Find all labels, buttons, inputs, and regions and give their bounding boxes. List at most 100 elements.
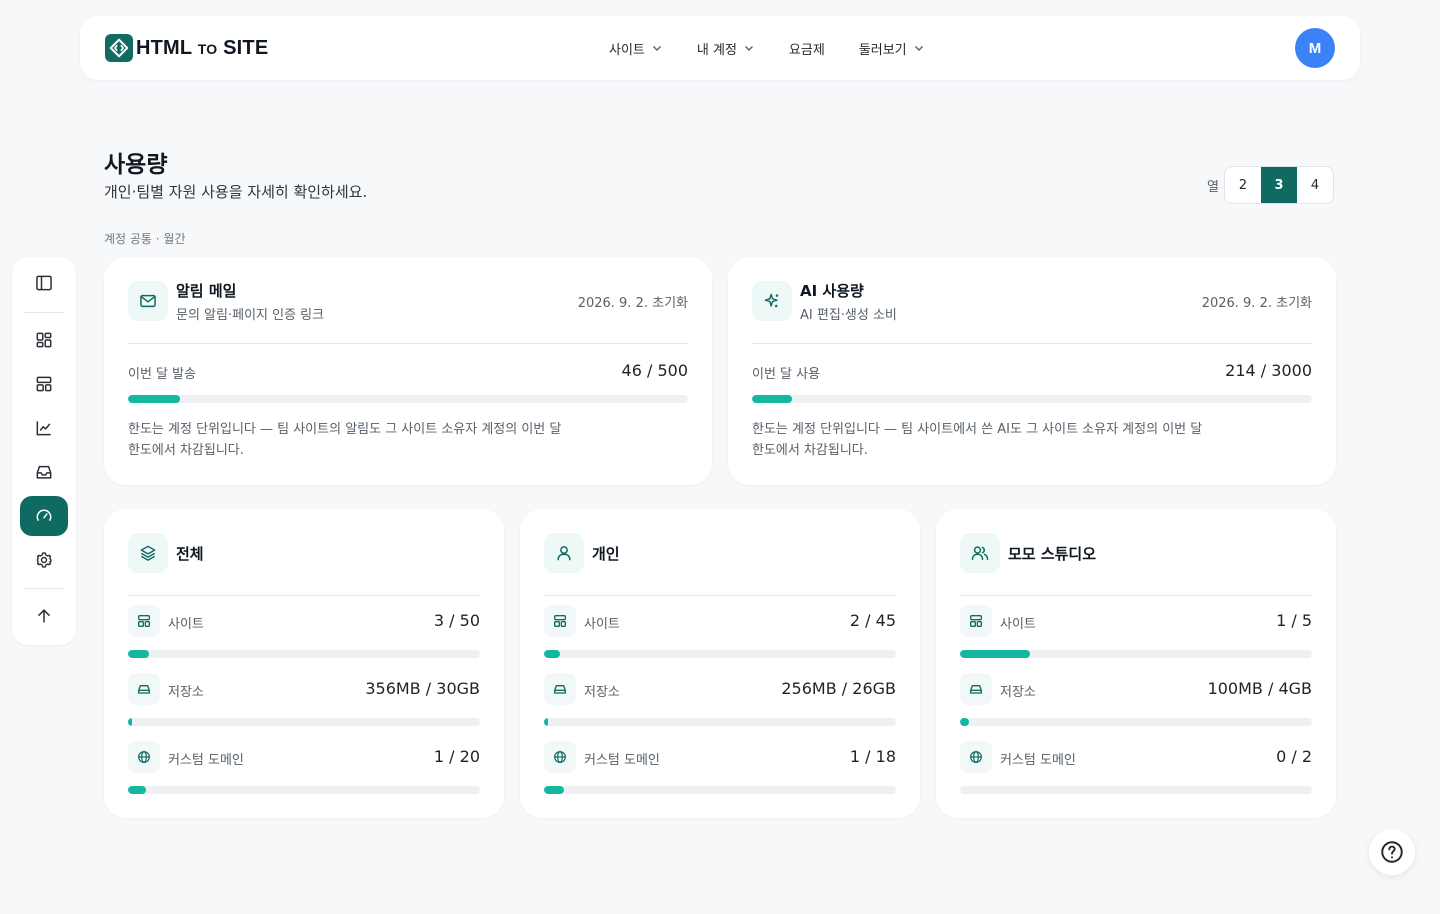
chevron-down-icon [744,46,753,51]
sidebar-item-analytics[interactable] [20,408,68,448]
metric-label: 이번 달 사용 [752,367,821,382]
usage-bar [960,786,1312,794]
help-button[interactable] [1369,829,1415,875]
divider [752,343,1312,344]
column-option-4[interactable]: 4 [1297,167,1333,203]
row-icon-box [544,605,576,637]
row-icon-box [960,741,992,773]
card-title: 전체 [176,544,204,563]
usage-bar [960,718,1312,726]
sidebar-item-usage[interactable] [20,496,68,536]
sidebar-item-dashboard[interactable] [20,320,68,360]
reset-date: 2026. 9. 2. 초기화 [577,295,688,311]
site-icon [554,615,566,627]
column-switcher: 열 2 3 4 [1207,166,1334,204]
usage-bar-fill [128,395,180,403]
card-title: AI 사용량 [800,281,864,300]
column-options: 2 3 4 [1223,166,1334,204]
row-label: 저장소 [584,685,620,700]
chevron-down-icon [652,46,661,51]
inbox-icon [36,465,52,479]
row-value: 1 / 20 [433,747,480,766]
usage-bar-fill [544,650,560,658]
nav-my-account[interactable]: 내 계정 [697,39,755,58]
nav-my-account-label: 내 계정 [696,42,737,58]
icon-box [960,533,1000,573]
row-icon-box [544,673,576,705]
usage-bar-fill [752,395,792,403]
arrow-up-icon [38,609,50,623]
logo-icon [105,34,133,62]
card-header: AI 사용량 AI 편집·생성 소비 2026. 9. 2. 초기화 [752,281,1312,323]
row-value: 256MB / 26GB [781,679,896,698]
gear-icon [36,552,52,568]
avatar[interactable]: M [1295,28,1335,68]
usage-bar [960,650,1312,658]
metric-value: 46 / 500 [621,361,688,380]
nav-explore[interactable]: 둘러보기 [859,39,925,58]
sidebar-divider [24,312,64,313]
sidebar-item-sites[interactable] [20,364,68,404]
icon-box [752,281,792,321]
usage-bar [544,650,896,658]
chevron-down-icon [914,46,923,51]
sidebar-item-inbox[interactable] [20,452,68,492]
usage-bar-fill [544,718,548,726]
usage-bar [128,786,480,794]
nav-explore-label: 둘러보기 [858,42,907,58]
card-header: 전체 [128,533,480,573]
analytics-icon [36,421,51,436]
row-value: 1 / 5 [1276,611,1312,630]
notification-mail-card: 알림 메일 문의 알림·페이지 인증 링크 2026. 9. 2. 초기화 이번… [104,257,712,485]
nav-pricing[interactable]: 요금제 [789,39,825,58]
row-icon-box [128,673,160,705]
layers-icon [140,545,156,561]
column-option-2[interactable]: 2 [1225,167,1261,203]
row-icon-box [960,605,992,637]
divider [128,343,688,344]
row-value: 356MB / 30GB [365,679,480,698]
personal-usage-card: 개인 사이트 2 / 45 저장소 256MB / 26GB 커스텀 도메인 1… [520,509,920,818]
mail-icon [140,294,156,308]
row-value: 0 / 2 [1276,747,1312,766]
nav-pricing-label: 요금제 [788,42,825,58]
nav-sites[interactable]: 사이트 [609,39,663,58]
row-label: 커스텀 도메인 [1000,753,1076,768]
column-switcher-label: 열 [1207,179,1219,195]
globe-icon [554,751,566,763]
icon-box [544,533,584,573]
help-circle-icon [1381,841,1403,863]
card-note: 한도는 계정 단위입니다 — 팀 사이트에서 쓴 AI도 그 사이트 소유자 계… [752,422,1203,458]
globe-icon [138,751,150,763]
row-icon-box [128,741,160,773]
usage-bar [544,786,896,794]
usage-bar [128,650,480,658]
row-value: 2 / 45 [849,611,896,630]
reset-date: 2026. 9. 2. 초기화 [1201,295,1312,311]
row-value: 100MB / 4GB [1207,679,1312,698]
usage-gauge-icon [36,509,52,521]
card-title: 모모 스튜디오 [1008,544,1097,563]
total-usage-card: 전체 사이트 3 / 50 저장소 356MB / 30GB 커스텀 도메인 1… [104,509,504,818]
usage-bar [752,395,1312,403]
storage-icon [970,685,982,694]
usage-bar [544,718,896,726]
column-option-3[interactable]: 3 [1260,167,1297,203]
sidebar-item-settings[interactable] [20,540,68,580]
scroll-top-button[interactable] [20,596,68,636]
dashboard-icon [36,332,52,348]
top-navbar: HTML TO SITE 사이트 내 계정 요금제 둘러보기 M [80,16,1360,80]
page-title: 사용량 [104,152,168,178]
usage-bar [128,718,480,726]
row-label: 커스텀 도메인 [168,753,244,768]
section-label: 계정 공통 · 월간 [104,232,186,246]
card-header: 알림 메일 문의 알림·페이지 인증 링크 2026. 9. 2. 초기화 [128,281,688,323]
logo[interactable]: HTML TO SITE [105,34,268,62]
sidebar-toggle-button[interactable] [20,263,68,303]
card-header: 개인 [544,533,896,573]
globe-icon [970,751,982,763]
row-value: 1 / 18 [849,747,896,766]
row-label: 저장소 [168,685,204,700]
card-title: 알림 메일 [176,281,237,300]
divider [544,595,896,596]
